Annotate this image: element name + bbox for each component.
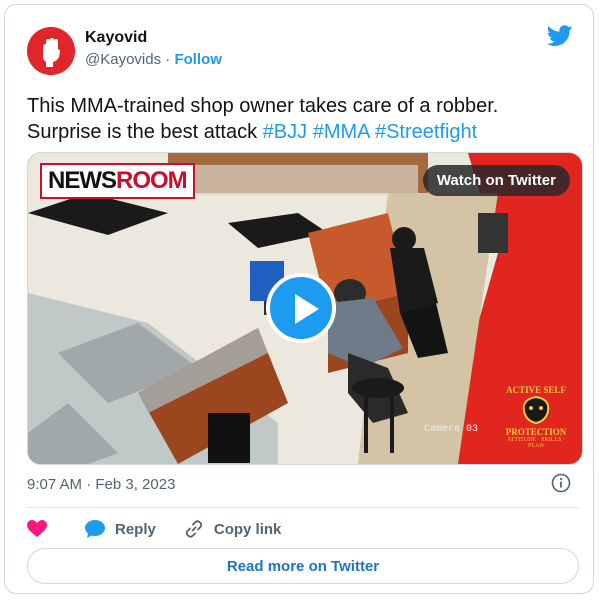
hashtag-streetfight[interactable]: #Streetfight [375,121,477,143]
copy-link-button[interactable]: Copy link [184,519,282,539]
tweet-text: This MMA-trained shop owner takes care o… [27,93,577,145]
author-handle[interactable]: @Kayovids [85,51,161,68]
tweet-text-line1: This MMA-trained shop owner takes care o… [27,95,499,117]
active-self-protection-logo: ACTIVE SELF PROTECTION ATTITUDE · SKILLS… [500,385,572,457]
copy-link-label: Copy link [213,520,282,538]
reply-label: Reply [115,520,156,538]
author-name[interactable]: Kayovid [85,29,147,47]
tweet-text-line2: Surprise is the best attack #BJJ #MMA #S… [27,119,577,145]
logo-line1: ACTIVE SELF [506,385,566,395]
follow-button[interactable]: Follow [174,51,222,68]
tweet-actions: Reply Copy link [27,517,309,541]
reply-icon [85,520,105,538]
play-button[interactable] [266,273,336,343]
logo-line2: PROTECTION [505,427,567,437]
newsroom-logo: NEWS ROOM [40,163,195,199]
camera-label: Camera 03 [424,424,479,435]
tweet-timestamp[interactable]: 9:07 AM · Feb 3, 2023 [27,476,175,493]
tweet-card: Kayovid @Kayovids · Follow This MMA-trai… [4,4,594,594]
divider [27,507,579,508]
newsroom-logo-part1: NEWS [48,167,117,194]
link-icon [185,520,203,538]
author-handle-row: @Kayovids · Follow [85,51,222,68]
info-icon[interactable] [551,473,571,493]
heart-icon [27,520,47,537]
play-icon [295,294,319,324]
twitter-bird-icon[interactable] [547,25,573,47]
avatar[interactable] [27,27,75,75]
like-button[interactable] [27,520,57,538]
reply-button[interactable]: Reply [85,520,156,538]
raised-fist-icon [27,27,75,75]
snake-icon [522,395,550,425]
separator: · [161,51,175,68]
watch-on-twitter-button[interactable]: Watch on Twitter [422,165,570,196]
hashtag-bjj[interactable]: #BJJ [263,121,307,143]
video-media[interactable]: NEWS ROOM Watch on Twitter Camera 03 ACTI… [27,152,583,465]
tweet-text-line2-prefix: Surprise is the best attack [27,121,263,143]
hashtag-mma[interactable]: #MMA [313,121,370,143]
read-more-button[interactable]: Read more on Twitter [27,548,579,584]
newsroom-logo-part2: ROOM [116,167,188,194]
logo-line3: ATTITUDE · SKILLS · PLAN [507,437,565,449]
